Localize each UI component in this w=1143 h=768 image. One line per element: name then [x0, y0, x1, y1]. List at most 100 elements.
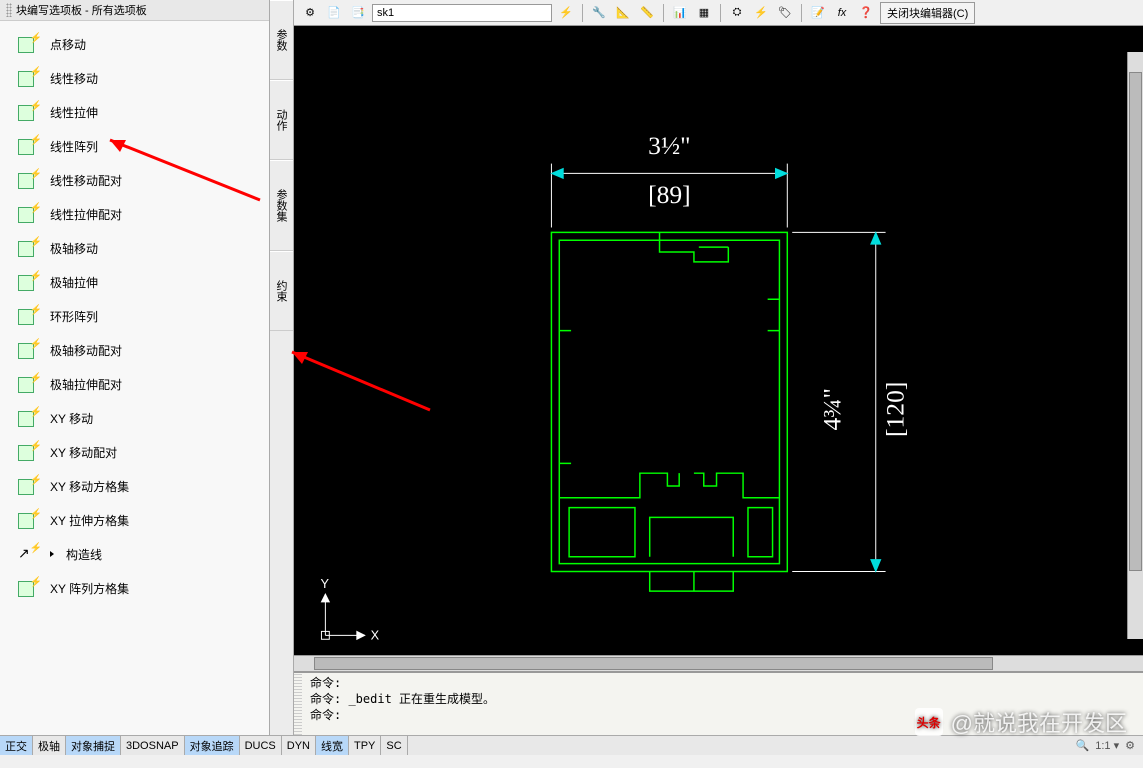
command-prompt: 命令: [310, 707, 341, 723]
action-icon [18, 239, 42, 257]
action-item-16[interactable]: XY 阵列方格集 [0, 571, 269, 605]
expand-marker-icon [50, 551, 54, 557]
svg-text:4¾": 4¾" [817, 388, 846, 430]
watermark-text: @就说我在开发区 [951, 706, 1127, 738]
action-item-8[interactable]: 环形阵列 [0, 299, 269, 333]
tool-icon-2[interactable]: 📄 [324, 3, 344, 23]
separator [663, 4, 664, 22]
action-item-6[interactable]: 极轴移动 [0, 231, 269, 265]
block-name-input[interactable] [372, 4, 552, 22]
tool-icon-3[interactable]: 📑 [348, 3, 368, 23]
command-history-line: 命令: [310, 675, 1137, 691]
action-item-9[interactable]: 极轴移动配对 [0, 333, 269, 367]
action-icon [18, 443, 42, 461]
status-toggle-对象追踪[interactable]: 对象追踪 [185, 736, 240, 755]
action-item-5[interactable]: 线性拉伸配对 [0, 197, 269, 231]
scale-value[interactable]: 1:1 ▾ [1095, 739, 1119, 752]
action-icon [18, 409, 42, 427]
action-item-15[interactable]: ↗构造线 [0, 537, 269, 571]
side-tab-strip: 参数动作参数集约束 [270, 0, 294, 735]
action-icon [18, 205, 42, 223]
action-item-2[interactable]: 线性拉伸 [0, 95, 269, 129]
action-item-7[interactable]: 极轴拉伸 [0, 265, 269, 299]
tool-icon-6[interactable]: 📐 [613, 3, 633, 23]
status-toggle-正交[interactable]: 正交 [0, 736, 33, 755]
status-toggle-DUCS[interactable]: DUCS [240, 736, 282, 755]
tool-icon-9[interactable]: ▦ [694, 3, 714, 23]
action-icon [18, 375, 42, 393]
tool-icon-10[interactable]: ⛭ [727, 3, 747, 23]
watermark: 头条 @就说我在开发区 [915, 706, 1127, 738]
action-label: XY 移动配对 [50, 444, 117, 461]
drawing-canvas[interactable]: 3½" [89] 4¾" [120] X Y [294, 26, 1143, 655]
action-label: XY 拉伸方格集 [50, 512, 129, 529]
action-item-10[interactable]: 极轴拉伸配对 [0, 367, 269, 401]
side-tab-0[interactable]: 参数 [270, 0, 293, 80]
tool-icon-7[interactable]: 📏 [637, 3, 657, 23]
side-tab-1[interactable]: 动作 [270, 80, 293, 160]
h-scroll-thumb[interactable] [314, 657, 993, 670]
action-icon [18, 511, 42, 529]
action-item-14[interactable]: XY 拉伸方格集 [0, 503, 269, 537]
block-editor-toolbar: ⚙ 📄 📑 ⚡ 🔧 📐 📏 📊 ▦ ⛭ ⚡ 🏷 📝 fx ❓ 关闭块编辑器(C) [294, 0, 1143, 26]
action-icon [18, 69, 42, 87]
tool-icon-13[interactable]: 📝 [808, 3, 828, 23]
status-toggle-DYN[interactable]: DYN [282, 736, 316, 755]
fx-icon[interactable]: fx [832, 3, 852, 23]
action-item-12[interactable]: XY 移动配对 [0, 435, 269, 469]
tool-icon-8[interactable]: 📊 [670, 3, 690, 23]
close-block-editor-button[interactable]: 关闭块编辑器(C) [880, 2, 975, 24]
action-label: 线性拉伸配对 [50, 206, 122, 223]
action-label: XY 移动 [50, 410, 93, 427]
tool-icon-1[interactable]: ⚙ [300, 3, 320, 23]
action-label: 线性移动配对 [50, 172, 122, 189]
vertical-scrollbar[interactable] [1127, 52, 1143, 639]
status-toggle-极轴[interactable]: 极轴 [33, 736, 66, 755]
status-toggle-SC[interactable]: SC [381, 736, 407, 755]
svg-text:Y: Y [320, 576, 329, 591]
tool-icon-14[interactable]: ❓ [856, 3, 876, 23]
action-icon [18, 579, 42, 597]
horizontal-scrollbar[interactable] [294, 655, 1143, 671]
command-history-line: 命令: _bedit 正在重生成模型。 [310, 691, 1137, 707]
status-toggle-TPY[interactable]: TPY [349, 736, 381, 755]
action-list: 点移动线性移动线性拉伸线性阵列线性移动配对线性拉伸配对极轴移动极轴拉伸环形阵列极… [0, 21, 269, 735]
svg-text:3½": 3½" [648, 131, 690, 160]
command-drag-handle[interactable] [294, 673, 302, 735]
tool-icon-5[interactable]: 🔧 [589, 3, 609, 23]
action-icon [18, 171, 42, 189]
action-item-13[interactable]: XY 移动方格集 [0, 469, 269, 503]
separator [801, 4, 802, 22]
gear-icon[interactable]: ⚙ [1125, 739, 1135, 752]
action-icon [18, 273, 42, 291]
svg-text:X: X [371, 627, 380, 642]
action-item-11[interactable]: XY 移动 [0, 401, 269, 435]
side-tab-2[interactable]: 参数集 [270, 160, 293, 251]
side-tab-3[interactable]: 约束 [270, 251, 293, 331]
action-label: 线性拉伸 [50, 104, 98, 121]
svg-text:[89]: [89] [648, 180, 691, 209]
action-item-1[interactable]: 线性移动 [0, 61, 269, 95]
status-toggle-线宽[interactable]: 线宽 [316, 736, 349, 755]
scale-icon[interactable]: 🔍 [1076, 739, 1090, 752]
action-label: 点移动 [50, 36, 86, 53]
action-label: 极轴拉伸配对 [50, 376, 122, 393]
action-label: 构造线 [66, 546, 102, 563]
panel-title-bar[interactable]: 块编写选项板 - 所有选项板 [0, 0, 269, 21]
action-item-4[interactable]: 线性移动配对 [0, 163, 269, 197]
action-icon [18, 341, 42, 359]
action-label: XY 移动方格集 [50, 478, 129, 495]
status-toggle-对象捕捉[interactable]: 对象捕捉 [66, 736, 121, 755]
v-scroll-thumb[interactable] [1129, 72, 1142, 571]
action-item-3[interactable]: 线性阵列 [0, 129, 269, 163]
drag-handle-icon[interactable] [6, 3, 12, 17]
tool-icon-12[interactable]: 🏷 [775, 3, 795, 23]
tool-icon-11[interactable]: ⚡ [751, 3, 771, 23]
action-label: 线性阵列 [50, 138, 98, 155]
status-bar: 正交极轴对象捕捉3DOSNAP对象追踪DUCSDYN线宽TPYSC 🔍 1:1 ▾ ⚙ [0, 735, 1143, 755]
tool-icon-4[interactable]: ⚡ [556, 3, 576, 23]
status-toggle-3DOSNAP[interactable]: 3DOSNAP [121, 736, 185, 755]
action-item-0[interactable]: 点移动 [0, 27, 269, 61]
action-icon [18, 137, 42, 155]
action-label: 极轴移动配对 [50, 342, 122, 359]
